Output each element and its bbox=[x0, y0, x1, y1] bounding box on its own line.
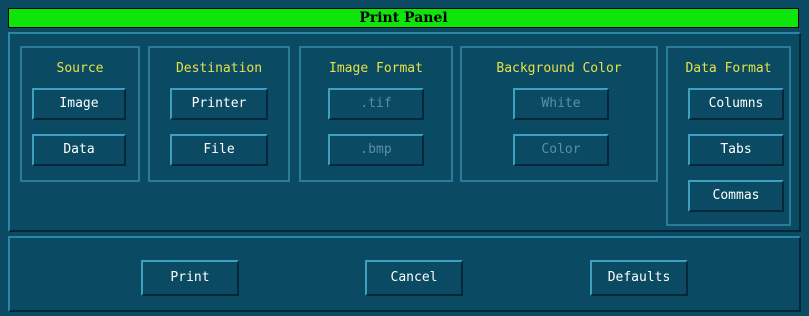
print-panel-window: Print Panel Source Image Data Destinatio… bbox=[0, 0, 809, 316]
source-data-button[interactable]: Data bbox=[32, 134, 126, 166]
source-group: Source Image Data bbox=[20, 46, 140, 182]
options-area: Source Image Data Destination Printer Fi… bbox=[8, 32, 801, 232]
source-image-button[interactable]: Image bbox=[32, 88, 126, 120]
destination-printer-button[interactable]: Printer bbox=[170, 88, 268, 120]
destination-file-button[interactable]: File bbox=[170, 134, 268, 166]
image-format-group-title: Image Format bbox=[329, 61, 423, 76]
data-format-columns-button[interactable]: Columns bbox=[688, 88, 784, 120]
background-color-group-title: Background Color bbox=[496, 61, 622, 76]
image-format-tif-button[interactable]: .tif bbox=[328, 88, 424, 120]
data-format-group-title: Data Format bbox=[685, 61, 772, 76]
data-format-tabs-button[interactable]: Tabs bbox=[688, 134, 784, 166]
image-format-group: Image Format .tif .bmp bbox=[299, 46, 453, 182]
cancel-button[interactable]: Cancel bbox=[365, 260, 463, 296]
background-color-button[interactable]: Color bbox=[513, 134, 609, 166]
destination-group-title: Destination bbox=[175, 61, 263, 76]
defaults-button[interactable]: Defaults bbox=[590, 260, 688, 296]
image-format-bmp-button[interactable]: .bmp bbox=[328, 134, 424, 166]
data-format-commas-button[interactable]: Commas bbox=[688, 180, 784, 212]
background-color-group: Background Color White Color bbox=[460, 46, 658, 182]
window-title[interactable]: Print Panel bbox=[8, 8, 799, 28]
data-format-group: Data Format Columns Tabs Commas bbox=[666, 46, 791, 226]
source-group-title: Source bbox=[56, 61, 104, 76]
print-button[interactable]: Print bbox=[141, 260, 239, 296]
destination-group: Destination Printer File bbox=[148, 46, 290, 182]
action-bar: Print Cancel Defaults bbox=[8, 236, 801, 312]
background-white-button[interactable]: White bbox=[513, 88, 609, 120]
